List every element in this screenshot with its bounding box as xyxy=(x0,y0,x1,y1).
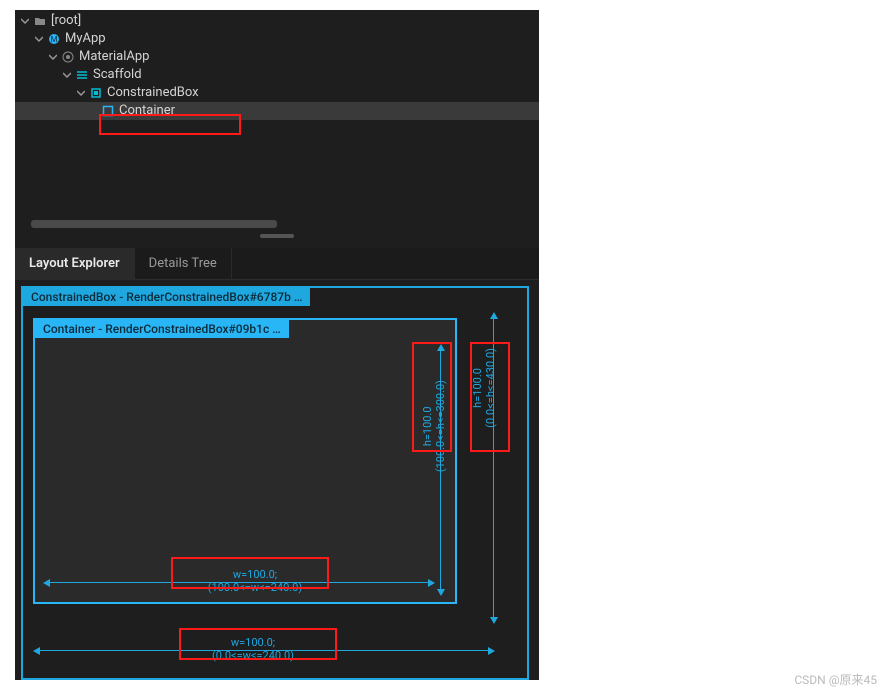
tree-label: ConstrainedBox xyxy=(107,84,199,102)
inner-height-label: h=100.0(100.0<=h<=300.0) xyxy=(421,380,447,472)
tree-row-container[interactable]: Container xyxy=(15,102,539,120)
tree-row-root[interactable]: [root] xyxy=(15,12,539,30)
tree-label: MyApp xyxy=(65,30,106,48)
watermark: CSDN @原来45 xyxy=(794,671,877,688)
outer-constraint-frame[interactable]: ConstrainedBox - RenderConstrainedBox#67… xyxy=(21,286,529,680)
outer-width-label: w=100.0;(0.0<=w<=240.0) xyxy=(183,636,323,662)
split-drag-handle[interactable] xyxy=(260,234,294,238)
tab-layout-explorer[interactable]: Layout Explorer xyxy=(15,248,135,280)
inner-width-label: w=100.0;(100.0<=w<=240.0) xyxy=(185,568,325,594)
tree-row-constrainedbox[interactable]: ConstrainedBox xyxy=(15,84,539,102)
tree-label: Container xyxy=(119,102,175,120)
folder-icon xyxy=(33,14,47,28)
horizontal-scrollbar[interactable] xyxy=(15,220,539,230)
tree-label: MaterialApp xyxy=(79,48,149,66)
widget-tree: [root] M MyApp MaterialApp Scaffold Cons… xyxy=(15,10,539,230)
layout-explorer: ConstrainedBox - RenderConstrainedBox#67… xyxy=(15,280,539,680)
scrollbar-thumb[interactable] xyxy=(31,220,277,228)
chevron-down-icon xyxy=(33,33,45,45)
tab-bar: Layout Explorer Details Tree xyxy=(15,248,539,280)
material-icon xyxy=(61,50,75,64)
chevron-down-icon xyxy=(75,87,87,99)
chevron-down-icon xyxy=(61,69,73,81)
tree-label: [root] xyxy=(51,12,81,30)
tree-label: Scaffold xyxy=(93,66,142,84)
inner-frame-title: Container - RenderConstrainedBox#09b1c … xyxy=(35,320,289,338)
tree-row-scaffold[interactable]: Scaffold xyxy=(15,66,539,84)
chevron-down-icon xyxy=(47,51,59,63)
svg-text:M: M xyxy=(51,35,58,44)
container-icon xyxy=(101,104,115,118)
myapp-icon: M xyxy=(47,32,61,46)
chevron-down-icon xyxy=(19,15,31,27)
tree-row-materialapp[interactable]: MaterialApp xyxy=(15,48,539,66)
box-icon xyxy=(89,86,103,100)
outer-frame-title: ConstrainedBox - RenderConstrainedBox#67… xyxy=(23,288,310,306)
scaffold-icon xyxy=(75,68,89,82)
tab-details-tree[interactable]: Details Tree xyxy=(135,248,232,280)
outer-height-label: h=100.0(0.0<=h<=430.0) xyxy=(471,348,497,428)
tree-row-myapp[interactable]: M MyApp xyxy=(15,30,539,48)
inner-constraint-frame[interactable]: Container - RenderConstrainedBox#09b1c …… xyxy=(33,318,457,604)
devtools-panel: [root] M MyApp MaterialApp Scaffold Cons… xyxy=(15,10,539,680)
